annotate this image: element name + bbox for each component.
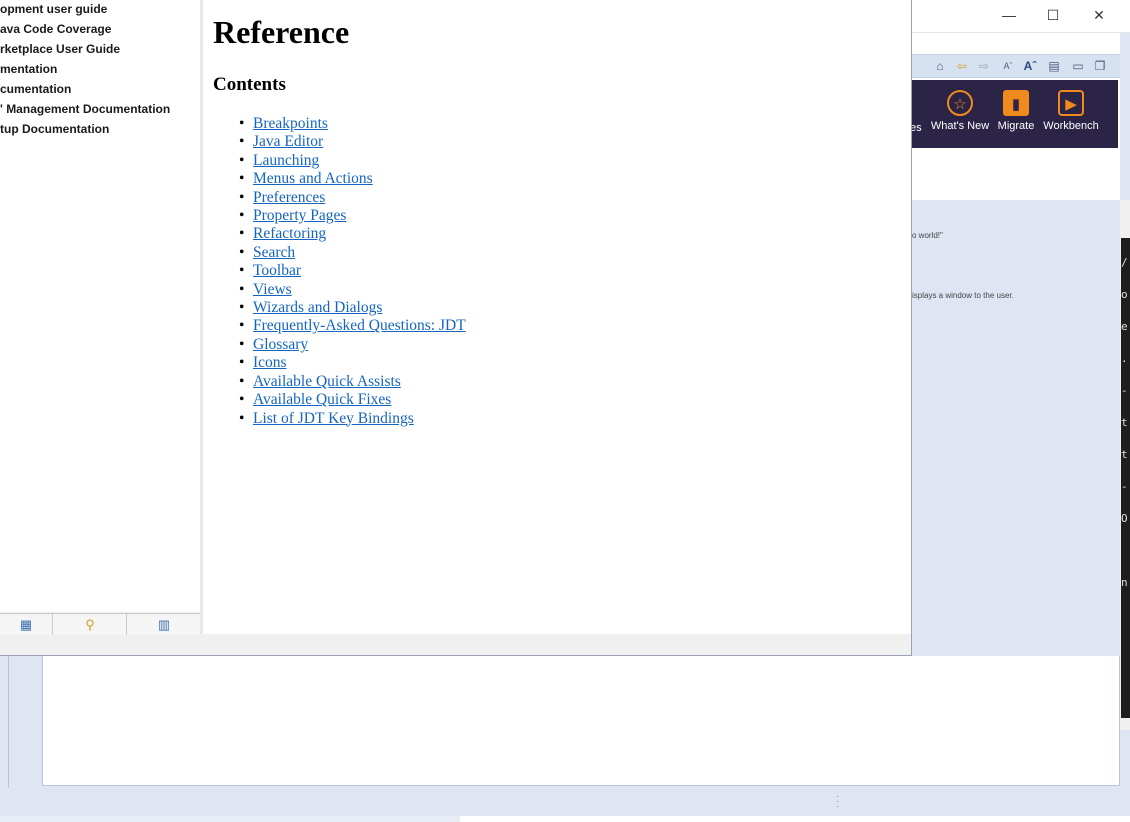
migrate-label: Migrate bbox=[997, 120, 1035, 132]
workbench-label: Workbench bbox=[1043, 120, 1099, 132]
drag-handle-icon[interactable]: · · · bbox=[836, 792, 840, 812]
list-item: Wizards and Dialogs bbox=[239, 299, 466, 318]
search-icon[interactable]: ⚲ bbox=[52, 614, 127, 636]
list-item: Glossary bbox=[239, 336, 466, 355]
list-item: Frequently-Asked Questions: JDT bbox=[239, 317, 466, 336]
list-item: Java Editor bbox=[239, 133, 466, 152]
link-breakpoints[interactable]: Breakpoints bbox=[253, 115, 328, 132]
workbench-item[interactable]: ▶ Workbench bbox=[1042, 90, 1100, 132]
list-item: Available Quick Fixes bbox=[239, 391, 466, 410]
toc-item[interactable]: ava Code Coverage bbox=[0, 21, 111, 37]
font-larger-icon[interactable]: Aˆ bbox=[1022, 58, 1038, 74]
welcome-toolbar: ⌂ ⇦ ⇨ Aˇ Aˆ ▤ ▭ ❐ bbox=[912, 54, 1120, 78]
link-menus-actions[interactable]: Menus and Actions bbox=[253, 170, 373, 187]
link-search[interactable]: Search bbox=[253, 244, 295, 261]
link-preferences[interactable]: Preferences bbox=[253, 189, 325, 206]
list-item: Breakpoints bbox=[239, 115, 466, 134]
toc-item[interactable]: rketplace User Guide bbox=[0, 41, 120, 57]
link-wizards-dialogs[interactable]: Wizards and Dialogs bbox=[253, 299, 382, 316]
list-item: Property Pages bbox=[239, 207, 466, 226]
toc-item[interactable]: tup Documentation bbox=[0, 121, 109, 137]
link-views[interactable]: Views bbox=[253, 281, 292, 298]
list-item: Search bbox=[239, 244, 466, 263]
star-icon: ☆ bbox=[947, 90, 973, 116]
link-property-pages[interactable]: Property Pages bbox=[253, 207, 346, 224]
link-java-editor[interactable]: Java Editor bbox=[253, 133, 323, 150]
suitcase-icon: ▮ bbox=[1003, 90, 1029, 116]
lower-left-strip bbox=[8, 656, 43, 788]
help-window: opment user guide ava Code Coverage rket… bbox=[0, 0, 912, 656]
list-item: Available Quick Assists bbox=[239, 373, 466, 392]
link-quick-fixes[interactable]: Available Quick Fixes bbox=[253, 391, 391, 408]
welcome-titlebar: — ☐ ✕ bbox=[912, 0, 1130, 33]
list-item: Launching bbox=[239, 152, 466, 171]
list-item: Icons bbox=[239, 354, 466, 373]
maximize-button[interactable]: ☐ bbox=[1042, 6, 1064, 24]
toc-pane: opment user guide ava Code Coverage rket… bbox=[0, 0, 200, 612]
toc-item[interactable]: cumentation bbox=[0, 81, 71, 97]
link-faq-jdt[interactable]: Frequently-Asked Questions: JDT bbox=[253, 317, 466, 334]
list-item: Refactoring bbox=[239, 225, 466, 244]
editor-snippet-1: o world!" bbox=[912, 231, 943, 240]
migrate-item[interactable]: ▮ Migrate bbox=[996, 90, 1036, 132]
section-heading: Contents bbox=[213, 74, 286, 95]
list-item: Preferences bbox=[239, 189, 466, 208]
minimize-view-icon[interactable]: ▭ bbox=[1070, 58, 1086, 74]
list-item: Toolbar bbox=[239, 262, 466, 281]
reference-list: Breakpoints Java Editor Launching Menus … bbox=[213, 115, 466, 428]
page-title: Reference bbox=[213, 14, 350, 50]
toc-item[interactable]: ' Management Documentation bbox=[0, 101, 170, 117]
contents-icon[interactable]: ▦ bbox=[0, 614, 52, 636]
toc-item[interactable]: opment user guide bbox=[0, 1, 107, 17]
content-pane: Reference Contents Breakpoints Java Edit… bbox=[203, 0, 911, 634]
restore-view-icon[interactable]: ❐ bbox=[1092, 58, 1108, 74]
console-strip: / o e .-t t-O n bbox=[1121, 238, 1130, 718]
whats-new-label: What's New bbox=[930, 120, 990, 132]
editor-snippet-2: isplays a window to the user. bbox=[912, 291, 1014, 300]
toc-tab-bar: ▦ ⚲ ▥ bbox=[0, 613, 200, 636]
bottom-left-bar bbox=[0, 816, 460, 822]
close-button[interactable]: ✕ bbox=[1088, 6, 1110, 24]
link-toolbar[interactable]: Toolbar bbox=[253, 262, 301, 279]
forward-icon[interactable]: ⇨ bbox=[976, 58, 992, 74]
play-icon: ▶ bbox=[1058, 90, 1084, 116]
list-item: Views bbox=[239, 281, 466, 300]
lower-editor-pane bbox=[42, 656, 1120, 786]
bookmarks-icon[interactable]: ▥ bbox=[126, 614, 201, 636]
layout-icon[interactable]: ▤ bbox=[1046, 58, 1062, 74]
back-icon[interactable]: ⇦ bbox=[954, 58, 970, 74]
link-icons[interactable]: Icons bbox=[253, 354, 287, 371]
link-quick-assists[interactable]: Available Quick Assists bbox=[253, 373, 401, 390]
minimize-button[interactable]: — bbox=[998, 6, 1020, 24]
help-status-strip bbox=[0, 635, 911, 655]
link-launching[interactable]: Launching bbox=[253, 152, 319, 169]
list-item: Menus and Actions bbox=[239, 170, 466, 189]
link-glossary[interactable]: Glossary bbox=[253, 336, 308, 353]
bottom-right-bar bbox=[460, 816, 1130, 822]
list-item: List of JDT Key Bindings bbox=[239, 410, 466, 429]
link-refactoring[interactable]: Refactoring bbox=[253, 225, 326, 242]
welcome-banner: es ☆ What's New ▮ Migrate ▶ Workbench bbox=[910, 80, 1118, 148]
home-icon[interactable]: ⌂ bbox=[932, 58, 948, 74]
font-smaller-icon[interactable]: Aˇ bbox=[1000, 58, 1016, 74]
toc-item[interactable]: mentation bbox=[0, 61, 57, 77]
link-key-bindings[interactable]: List of JDT Key Bindings bbox=[253, 410, 414, 427]
whats-new-item[interactable]: ☆ What's New bbox=[930, 90, 990, 132]
